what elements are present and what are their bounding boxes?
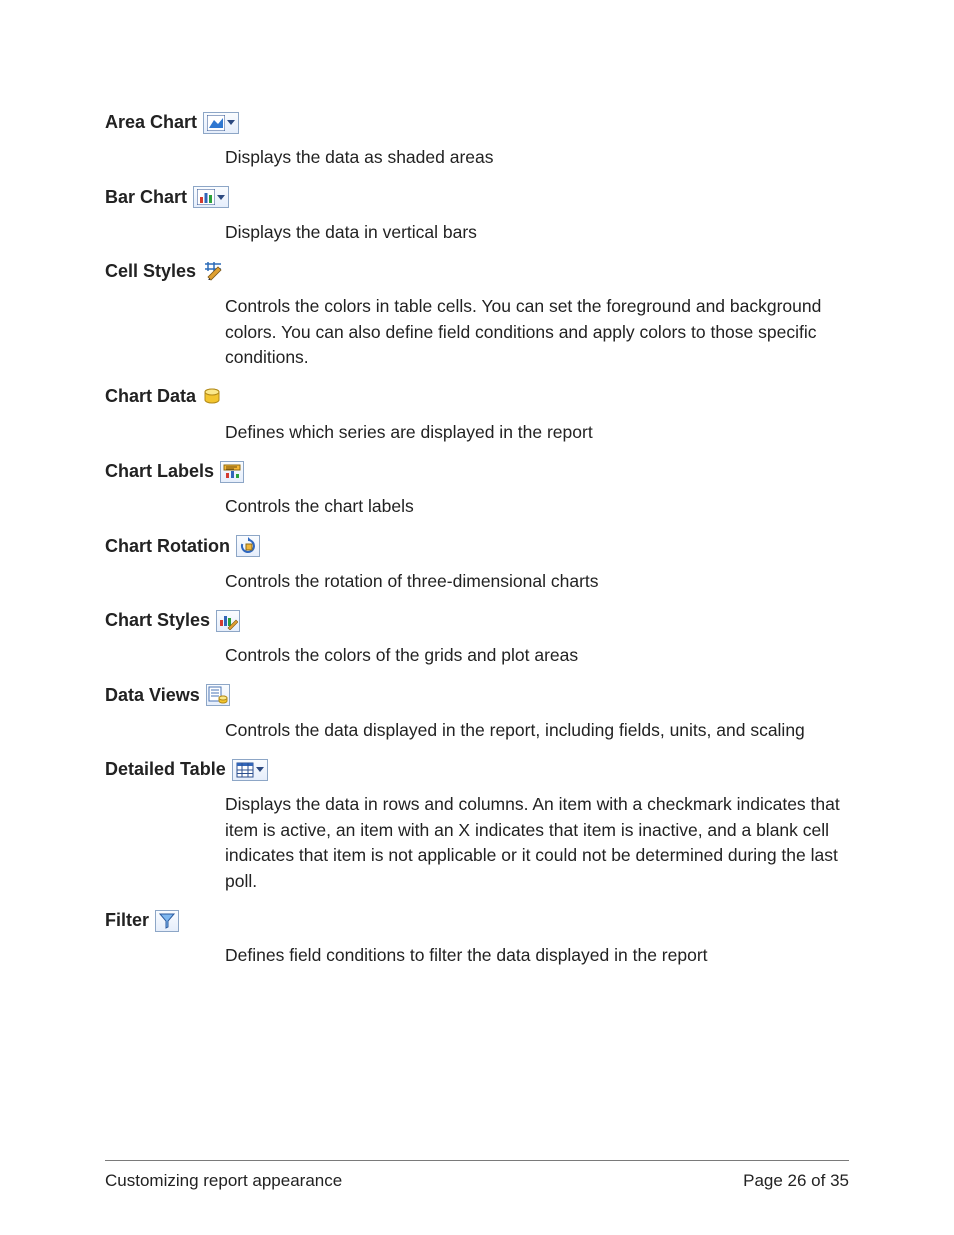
- term-label: Cell Styles: [105, 259, 196, 284]
- bar-chart-icon: [193, 186, 229, 208]
- term-description: Controls the data displayed in the repor…: [225, 718, 845, 743]
- term-label: Chart Styles: [105, 608, 210, 633]
- term-description: Displays the data as shaded areas: [225, 145, 845, 170]
- footer-title: Customizing report appearance: [105, 1171, 342, 1191]
- term-label: Filter: [105, 908, 149, 933]
- term-description: Controls the chart labels: [225, 494, 845, 519]
- entry-chart-rotation: Chart Rotation Controls the rotation of …: [105, 534, 849, 595]
- chevron-down-icon: [217, 195, 225, 200]
- entry-chart-styles: Chart Styles Controls the colors of the …: [105, 608, 849, 669]
- term-line: Chart Labels: [105, 459, 849, 484]
- data-views-icon: [206, 684, 230, 706]
- chart-labels-icon: [220, 461, 244, 483]
- term-description: Displays the data in vertical bars: [225, 220, 845, 245]
- term-line: Filter: [105, 908, 849, 933]
- document-page: Area Chart Displays the data as shaded a…: [0, 0, 954, 1235]
- entry-data-views: Data Views Controls the data displayed i…: [105, 683, 849, 744]
- entry-chart-labels: Chart Labels Controls the chart labels: [105, 459, 849, 520]
- term-line: Area Chart: [105, 110, 849, 135]
- term-label: Chart Rotation: [105, 534, 230, 559]
- area-chart-icon: [203, 112, 239, 134]
- term-description: Defines field conditions to filter the d…: [225, 943, 845, 968]
- chevron-down-icon: [227, 120, 235, 125]
- chart-styles-icon: [216, 610, 240, 632]
- entry-filter: Filter Defines field conditions to filte…: [105, 908, 849, 969]
- term-description: Displays the data in rows and columns. A…: [225, 792, 845, 894]
- chart-rotation-icon: [236, 535, 260, 557]
- term-label: Bar Chart: [105, 185, 187, 210]
- entry-cell-styles: Cell Styles Controls the colors in table…: [105, 259, 849, 370]
- term-line: Bar Chart: [105, 185, 849, 210]
- filter-icon: [155, 910, 179, 932]
- term-label: Detailed Table: [105, 757, 226, 782]
- term-label: Chart Labels: [105, 459, 214, 484]
- term-description: Controls the rotation of three-dimension…: [225, 569, 845, 594]
- chevron-down-icon: [256, 767, 264, 772]
- term-description: Controls the colors in table cells. You …: [225, 294, 845, 370]
- detailed-table-icon: [232, 759, 268, 781]
- term-label: Data Views: [105, 683, 200, 708]
- cell-styles-icon: [202, 262, 224, 282]
- term-label: Area Chart: [105, 110, 197, 135]
- term-line: Chart Styles: [105, 608, 849, 633]
- page-footer: Customizing report appearance Page 26 of…: [105, 1160, 849, 1191]
- term-line: Detailed Table: [105, 757, 849, 782]
- entry-chart-data: Chart Data Defines which series are disp…: [105, 384, 849, 445]
- chart-data-icon: [202, 387, 222, 407]
- entry-bar-chart: Bar Chart Displays the data in vertical …: [105, 185, 849, 246]
- entry-area-chart: Area Chart Displays the data as shaded a…: [105, 110, 849, 171]
- term-description: Defines which series are displayed in th…: [225, 420, 845, 445]
- term-label: Chart Data: [105, 384, 196, 409]
- term-line: Data Views: [105, 683, 849, 708]
- footer-page-number: Page 26 of 35: [743, 1171, 849, 1191]
- term-line: Chart Data: [105, 384, 849, 409]
- term-description: Controls the colors of the grids and plo…: [225, 643, 845, 668]
- entry-detailed-table: Detailed Table Displays the data in rows…: [105, 757, 849, 894]
- term-line: Chart Rotation: [105, 534, 849, 559]
- term-line: Cell Styles: [105, 259, 849, 284]
